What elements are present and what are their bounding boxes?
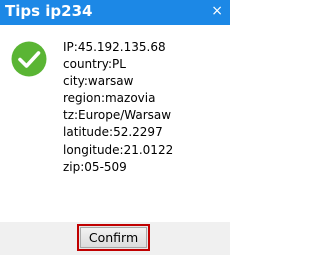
ip-info-list: IP:45.192.135.68 country:PL city:warsaw …: [63, 39, 173, 176]
confirm-button[interactable]: Confirm: [77, 224, 150, 251]
dialog-title: Tips ip234: [5, 2, 93, 20]
title-bar: Tips ip234 ×: [0, 0, 230, 25]
confirm-label: Confirm: [80, 227, 147, 248]
info-longitude: longitude:21.0122: [63, 142, 174, 157]
tips-dialog: Tips ip234 × IP:45.192.135.68 country:PL…: [0, 0, 230, 255]
info-latitude: latitude:52.2297: [63, 125, 163, 140]
close-icon[interactable]: ×: [211, 2, 223, 20]
dialog-footer: Confirm: [0, 222, 230, 255]
info-country: country:PL: [63, 57, 126, 72]
check-circle-icon: [11, 41, 47, 77]
info-ip: IP:45.192.135.68: [63, 40, 166, 54]
info-timezone: tz:Europe/Warsaw: [63, 108, 172, 123]
info-region: region:mazovia: [63, 91, 156, 106]
info-zip: zip:05-509: [63, 159, 127, 174]
dialog-content: IP:45.192.135.68 country:PL city:warsaw …: [0, 25, 230, 222]
info-city: city:warsaw: [63, 74, 134, 89]
